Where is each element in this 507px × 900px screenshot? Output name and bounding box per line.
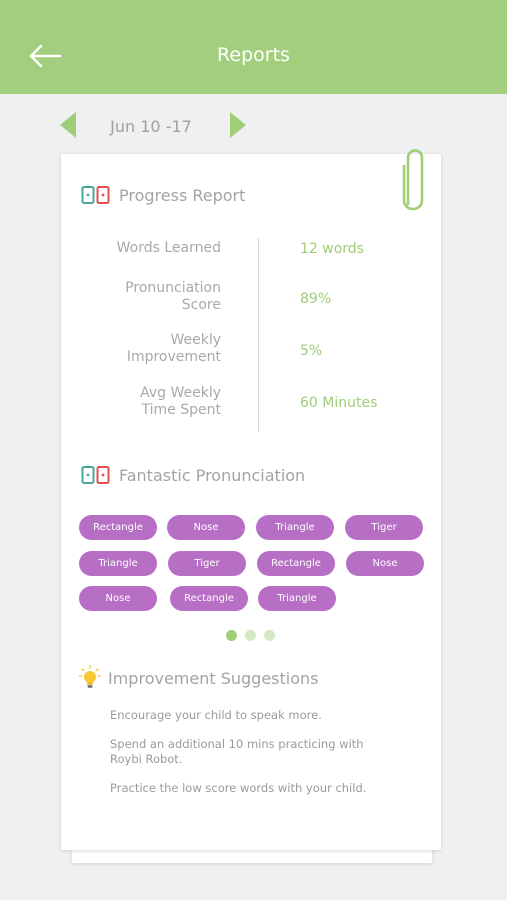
metric-value-words-learned: 12 words [300, 241, 364, 257]
word-chip[interactable]: Rectangle [170, 586, 248, 611]
previous-week-button[interactable] [56, 110, 80, 140]
cards-icon [81, 186, 110, 204]
chevron-left-icon [60, 112, 76, 138]
metrics-divider [258, 238, 259, 432]
word-chip[interactable]: Rectangle [79, 515, 157, 540]
metric-label-line: Avg Weekly [140, 385, 221, 401]
top-bar: Reports [0, 0, 507, 94]
week-range-label: Jun 10 -17 [110, 117, 192, 136]
metric-value-weekly-improvement: 5% [300, 343, 323, 359]
metric-label-weekly-improvement: Weekly Improvement [127, 332, 221, 366]
metric-label-avg-weekly-time: Avg Weekly Time Spent [140, 385, 221, 419]
next-week-button[interactable] [226, 110, 250, 140]
metric-label-line: Score [181, 297, 221, 313]
pagination-dot-active[interactable] [226, 630, 237, 641]
metric-label-words-learned: Words Learned [117, 240, 221, 257]
progress-report-title: Progress Report [119, 185, 246, 205]
pronunciation-title: Fantastic Pronunciation [119, 465, 306, 485]
metric-label-line: Time Spent [141, 402, 221, 418]
suggestion-item: Practice the low score words with your c… [110, 781, 367, 795]
paperclip-icon [402, 149, 424, 211]
pagination-dot[interactable] [264, 630, 275, 641]
pagination-dot[interactable] [245, 630, 256, 641]
suggestion-item: Encourage your child to speak more. [110, 708, 322, 722]
word-chip[interactable]: Triangle [256, 515, 334, 540]
metric-label-line: Weekly [170, 332, 221, 348]
week-navigator: Jun 10 -17 [0, 110, 507, 142]
page-title: Reports [217, 44, 290, 66]
word-chip[interactable]: Triangle [79, 551, 157, 576]
metric-value-avg-weekly-time: 60 Minutes [300, 395, 378, 411]
metric-label-line: Pronunciation [125, 280, 221, 296]
suggestion-item: Spend an additional 10 mins practicing w… [110, 737, 364, 766]
metric-label-pronunciation-score: Pronunciation Score [125, 280, 221, 314]
metric-label-line: Improvement [126, 349, 221, 365]
word-chip[interactable]: Tiger [345, 515, 423, 540]
word-chip[interactable]: Rectangle [257, 551, 335, 576]
word-chip[interactable]: Triangle [258, 586, 336, 611]
improvement-header: Improvement Suggestions [79, 665, 319, 691]
chevron-right-icon [230, 112, 246, 138]
metric-label-line: Words Learned [116, 240, 221, 256]
word-chip[interactable]: Nose [346, 551, 424, 576]
pronunciation-header: Fantastic Pronunciation [81, 465, 305, 485]
metric-value-pronunciation-score: 89% [300, 291, 332, 307]
cards-icon [81, 466, 110, 484]
improvement-title: Improvement Suggestions [108, 668, 319, 688]
word-chip[interactable]: Tiger [168, 551, 246, 576]
lightbulb-icon [79, 665, 101, 688]
progress-report-header: Progress Report [81, 185, 245, 205]
word-chip[interactable]: Nose [167, 515, 245, 540]
word-chip[interactable]: Nose [79, 586, 157, 611]
